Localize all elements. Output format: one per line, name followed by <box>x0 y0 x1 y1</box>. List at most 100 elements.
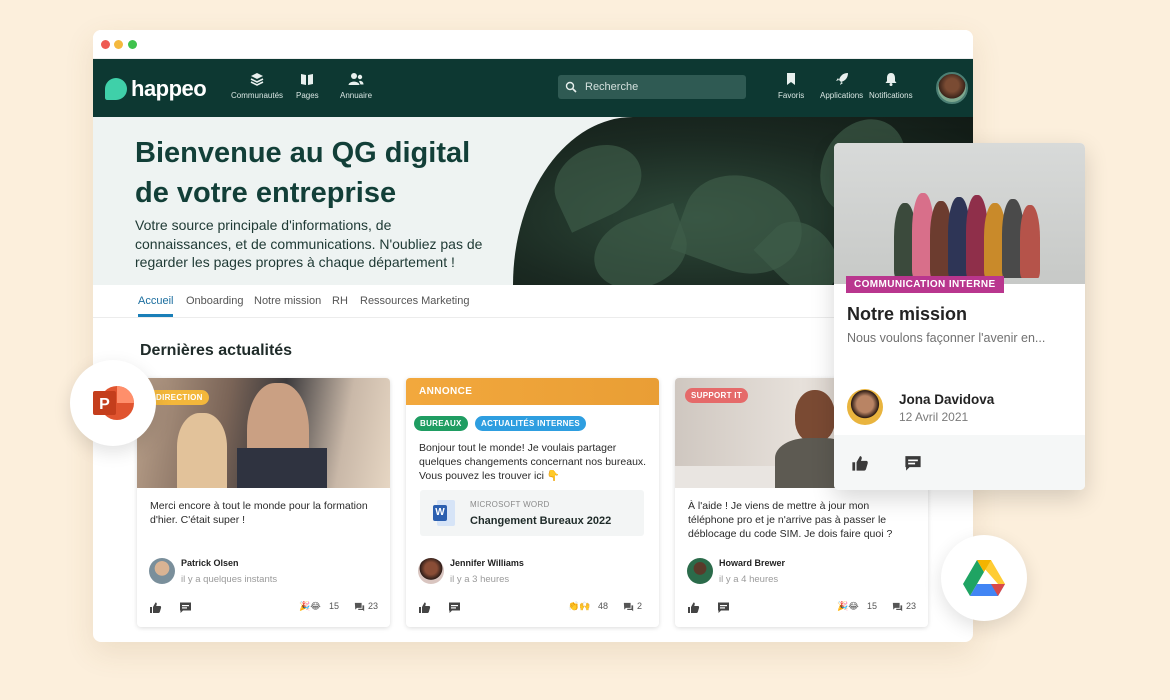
reaction-count: 48 <box>598 601 609 611</box>
post-date: 12 Avril 2021 <box>899 410 969 424</box>
author[interactable]: Jennifer Williams il y a 3 heures <box>418 558 524 585</box>
word-doc-icon: W <box>433 500 455 526</box>
nav-item-annuaire[interactable]: Annuaire <box>340 71 372 100</box>
tab-ressources-marketing[interactable]: Ressources Marketing <box>360 295 469 307</box>
category-badge: SUPPORT IT <box>685 388 749 403</box>
author-name: Jennifer Williams <box>450 558 524 568</box>
nav-item-label: Pages <box>296 91 319 100</box>
bell-icon <box>885 73 897 86</box>
nav-item-pages[interactable]: Pages <box>296 71 319 100</box>
card-actions: 🎉😂 15 23 <box>687 601 917 615</box>
powerpoint-icon: P <box>93 386 134 420</box>
nav-item-label: Communautés <box>231 91 284 100</box>
section-title: Dernières actualités <box>140 342 293 359</box>
rocket-icon <box>835 73 848 85</box>
reaction-emojis: 👏🙌 <box>568 601 591 611</box>
doc-title: Changement Bureaux 2022 <box>470 515 612 527</box>
nav-item-applications[interactable]: Applications <box>820 71 863 100</box>
author[interactable]: Patrick Olsen il y a quelques instants <box>149 558 277 585</box>
post-time: il y a quelques instants <box>181 574 278 585</box>
tag-actualites-internes[interactable]: ACTUALITÉS INTERNES <box>475 416 587 431</box>
top-navigation: happeo Communautés Pages Annuaire Recher… <box>93 59 973 117</box>
comments-icon <box>892 602 903 612</box>
window-chrome <box>93 30 973 59</box>
search-bar[interactable] <box>558 75 746 99</box>
people-icon <box>348 73 364 85</box>
nav-item-label: Applications <box>820 91 864 100</box>
featured-page-card[interactable]: COMMUNICATION INTERNE Notre mission Nous… <box>834 143 1085 490</box>
nav-item-label: Annuaire <box>340 91 373 100</box>
author-name: Jona Davidova <box>899 392 995 407</box>
category-badge: DIRECTION <box>148 390 209 405</box>
search-icon <box>565 81 577 93</box>
card-text: Bonjour tout le monde! Je voulais partag… <box>419 442 647 482</box>
avatar <box>847 389 883 425</box>
nav-item-label: Notifications <box>869 91 913 100</box>
reaction-count: 15 <box>867 601 878 611</box>
layers-icon <box>250 73 264 86</box>
doc-type: MICROSOFT WORD <box>470 500 550 509</box>
news-card-annonce[interactable]: ANNONCE BUREAUX ACTUALITÉS INTERNES Bonj… <box>406 378 659 627</box>
author[interactable]: Howard Brewer il y a 4 heures <box>687 558 785 585</box>
reaction-emojis: 🎉😂 <box>299 601 321 611</box>
book-icon <box>301 74 314 85</box>
maximize-dot[interactable] <box>128 40 137 49</box>
tab-onboarding[interactable]: Onboarding <box>186 295 244 307</box>
tab-rh[interactable]: RH <box>332 295 348 307</box>
comment-icon[interactable] <box>717 601 730 614</box>
comments-icon <box>623 602 634 612</box>
happeo-logo[interactable]: happeo <box>105 76 207 102</box>
thumbs-up-icon[interactable] <box>418 601 431 614</box>
comment-count: 23 <box>906 601 917 611</box>
card-actions: 🎉😂 15 23 <box>149 601 379 615</box>
avatar <box>149 558 175 584</box>
comment-count: 23 <box>368 601 379 611</box>
card-text: Merci encore à tout le monde pour la for… <box>150 500 368 526</box>
thumbs-up-icon[interactable] <box>149 601 162 614</box>
author-name: Howard Brewer <box>719 558 786 568</box>
minimize-dot[interactable] <box>114 40 123 49</box>
nav-item-notifications[interactable]: Notifications <box>869 71 913 100</box>
search-input[interactable] <box>585 81 735 93</box>
comment-count: 2 <box>637 601 643 611</box>
post-time: il y a 3 heures <box>450 574 510 585</box>
thumbs-up-icon[interactable] <box>687 601 700 614</box>
google-drive-app-bubble[interactable] <box>941 535 1027 621</box>
bookmark-icon <box>787 73 796 85</box>
close-dot[interactable] <box>101 40 110 49</box>
comment-icon[interactable] <box>179 601 192 614</box>
reaction-emojis: 🎉😂 <box>837 601 859 611</box>
avatar <box>687 558 713 584</box>
google-drive-icon <box>963 560 1005 596</box>
comment-icon[interactable] <box>904 454 922 472</box>
nav-item-favoris[interactable]: Favoris <box>778 71 804 100</box>
author-name: Patrick Olsen <box>181 558 239 568</box>
user-avatar[interactable] <box>936 72 968 104</box>
logo-text: happeo <box>131 76 207 101</box>
tab-notre-mission[interactable]: Notre mission <box>254 295 321 307</box>
tag-bureaux[interactable]: BUREAUX <box>414 416 468 431</box>
post-time: il y a 4 heures <box>719 574 779 585</box>
reaction-count: 15 <box>329 601 340 611</box>
attached-document[interactable]: W MICROSOFT WORD Changement Bureaux 2022 <box>420 490 644 536</box>
logo-mark-icon <box>105 78 127 100</box>
svg-text:P: P <box>99 396 110 413</box>
thumbs-up-icon[interactable] <box>851 454 869 472</box>
tab-accueil[interactable]: Accueil <box>138 295 173 307</box>
card-actions <box>834 435 1085 490</box>
card-subtitle: Nous voulons façonner l'avenir en... <box>847 331 1046 345</box>
annonce-header: ANNONCE <box>406 378 659 405</box>
hero-title-line1: Bienvenue au QG digital <box>135 137 471 169</box>
active-tab-indicator <box>138 314 173 317</box>
news-card-direction[interactable]: DIRECTION Merci encore à tout le monde p… <box>137 378 390 627</box>
nav-item-label: Favoris <box>778 91 805 100</box>
category-badge: COMMUNICATION INTERNE <box>846 276 1004 293</box>
comment-icon[interactable] <box>448 601 461 614</box>
featured-image-group <box>834 143 1085 284</box>
annonce-label: ANNONCE <box>419 386 473 397</box>
powerpoint-app-bubble[interactable]: P <box>70 360 156 446</box>
nav-item-communautes[interactable]: Communautés <box>231 71 283 100</box>
hero-text: Votre source principale d'informations, … <box>135 217 483 270</box>
card-title: Notre mission <box>847 304 968 324</box>
card-text: À l'aide ! Je viens de mettre à jour mon… <box>688 500 893 540</box>
